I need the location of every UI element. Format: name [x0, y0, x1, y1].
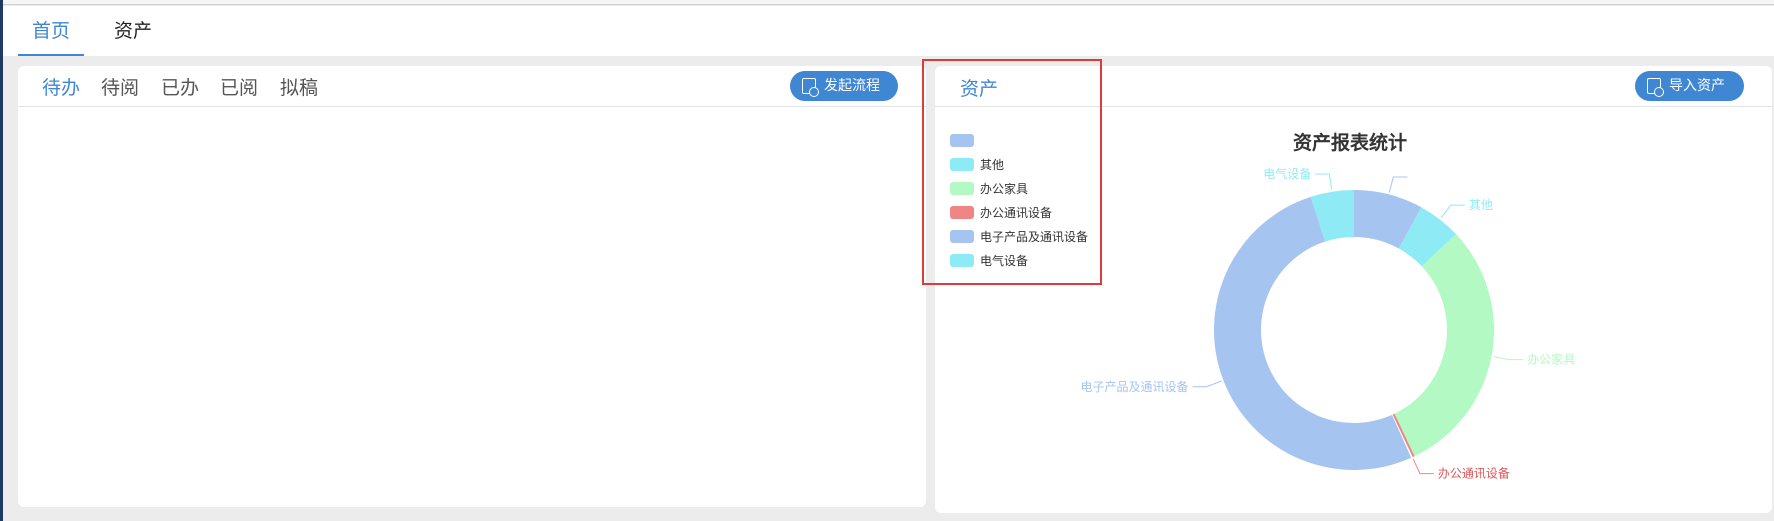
leader-line — [1412, 458, 1434, 475]
leader-line — [1388, 176, 1408, 193]
slice-label: 电子产品及通讯设备 — [1081, 380, 1189, 394]
slice-label: 办公通讯设备 — [1438, 466, 1510, 481]
slice-label: 电气设备 — [1263, 166, 1311, 181]
slice-label: 办公家具 — [1527, 352, 1575, 367]
slice-label: 其他 — [1469, 198, 1493, 212]
leader-line — [1493, 356, 1524, 361]
leader-line — [1315, 173, 1333, 190]
donut-slice[interactable] — [1393, 234, 1494, 457]
leader-line — [1440, 204, 1465, 219]
asset-donut-chart: 其他办公家具办公通讯设备 电子产品及通讯设备 电气设备 — [1081, 166, 1576, 481]
leader-line — [1192, 380, 1222, 388]
